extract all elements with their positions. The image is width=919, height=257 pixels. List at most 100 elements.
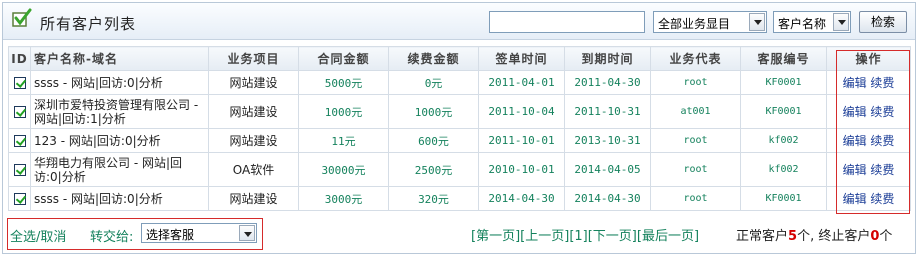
col-header-sign-date: 签单时间 (478, 46, 565, 71)
sign-date: 2010-10-01 (478, 152, 565, 187)
expire-date: 2011-04-30 (564, 70, 651, 95)
sales-rep: root (650, 186, 741, 211)
customer-name[interactable]: 123 - 网站|回访:0|分析 (30, 128, 209, 153)
customer-list-panel: 所有客户列表 全部业务显目 客户名称 检索 ID 客户名称-域名 业务项目 合同… (2, 2, 916, 254)
sales-rep: at001 (650, 94, 741, 129)
renew-link[interactable]: 续费 (870, 134, 894, 148)
sign-date: 2011-10-01 (478, 128, 565, 153)
search-field-select[interactable]: 客户名称 (773, 11, 851, 33)
search-button[interactable]: 检索 (859, 11, 907, 33)
chevron-down-icon[interactable] (239, 225, 255, 241)
expire-date: 2011-10-31 (564, 94, 651, 129)
col-header-contract: 合同金额 (298, 46, 389, 71)
renew-link[interactable]: 续费 (870, 105, 894, 119)
sign-date: 2014-04-30 (478, 186, 565, 211)
business-item: 网站建设 (208, 186, 299, 211)
col-header-renew: 续费金额 (388, 46, 479, 71)
edit-link[interactable]: 编辑 (843, 76, 867, 90)
edit-link[interactable]: 编辑 (843, 134, 867, 148)
contract-amount: 1000元 (298, 94, 389, 129)
prev-page-link[interactable]: [上一页] (520, 229, 569, 244)
edit-link[interactable]: 编辑 (843, 192, 867, 206)
table-row: ssss - 网站|回访:0|分析 网站建设 3000元 320元 2014-0… (8, 186, 911, 211)
cs-id: KF0001 (740, 70, 827, 95)
row-checkbox[interactable] (13, 164, 26, 176)
sales-rep: root (650, 70, 741, 95)
renew-link[interactable]: 续费 (870, 76, 894, 90)
row-checkbox[interactable] (13, 193, 26, 205)
renew-amount: 0元 (388, 70, 479, 95)
table-row: 深圳市爱特投资管理有限公司 - 网站|回访:1|分析 网站建设 1000元 10… (8, 94, 911, 129)
row-checkbox-cell (8, 128, 31, 153)
edit-link[interactable]: 编辑 (843, 163, 867, 177)
customer-name[interactable]: ssss - 网站|回访:0|分析 (30, 70, 209, 95)
cs-select-value: 选择客服 (146, 228, 195, 242)
renew-amount: 1000元 (388, 94, 479, 129)
cs-id: KF0001 (740, 186, 827, 211)
business-filter-value: 全部业务显目 (658, 17, 731, 31)
cs-id: kf002 (740, 128, 827, 153)
first-page-link[interactable]: [第一页] (471, 229, 520, 244)
search-input[interactable] (489, 11, 645, 33)
table-row: ssss - 网站|回访:0|分析 网站建设 5000元 0元 2011-04-… (8, 70, 911, 95)
actions-cell: 编辑 续费 (826, 186, 911, 211)
row-checkbox-cell (8, 70, 31, 95)
page-title: 所有客户列表 (40, 15, 137, 33)
sales-rep: root (650, 128, 741, 153)
renew-link[interactable]: 续费 (870, 192, 894, 206)
stopped-label: 终止客户 (818, 229, 871, 244)
edit-link[interactable]: 编辑 (843, 105, 867, 119)
search-field-value: 客户名称 (778, 17, 827, 31)
cs-id: KF0001 (740, 94, 827, 129)
actions-cell: 编辑 续费 (826, 152, 911, 187)
actions-cell: 编辑 续费 (826, 128, 911, 153)
col-header-name: 客户名称-域名 (30, 46, 209, 71)
col-header-business: 业务项目 (208, 46, 299, 71)
row-checkbox[interactable] (13, 106, 26, 118)
row-checkbox-cell (8, 186, 31, 211)
contract-amount: 3000元 (298, 186, 389, 211)
page-1-link[interactable]: [1] (569, 229, 587, 244)
cs-select[interactable]: 选择客服 (141, 223, 257, 243)
contract-amount: 11元 (298, 128, 389, 153)
customer-name[interactable]: ssss - 网站|回访:0|分析 (30, 186, 209, 211)
table-row: 华翔电力有限公司 - 网站|回访:0|分析 OA软件 30000元 2500元 … (8, 152, 911, 187)
business-item: 网站建设 (208, 128, 299, 153)
expire-date: 2014-04-30 (564, 186, 651, 211)
col-header-actions: 操作 (826, 46, 911, 71)
row-checkbox[interactable] (13, 77, 26, 89)
next-page-link[interactable]: [下一页] (588, 229, 637, 244)
expire-date: 2013-10-31 (564, 128, 651, 153)
expire-date: 2014-04-05 (564, 152, 651, 187)
col-header-id: ID (8, 46, 31, 71)
actions-cell: 编辑 续费 (826, 94, 911, 129)
col-header-cs-id: 客服编号 (740, 46, 827, 71)
row-checkbox[interactable] (13, 135, 26, 147)
panel-header: 所有客户列表 全部业务显目 客户名称 检索 (3, 3, 915, 40)
customer-name[interactable]: 华翔电力有限公司 - 网站|回访:0|分析 (30, 152, 209, 187)
transfer-label: 转交给: (90, 230, 134, 245)
sign-date: 2011-10-04 (478, 94, 565, 129)
table-row: 123 - 网站|回访:0|分析 网站建设 11元 600元 2011-10-0… (8, 128, 911, 153)
renew-amount: 600元 (388, 128, 479, 153)
pagination: [第一页][上一页][1][下一页][最后一页] (471, 225, 699, 244)
normal-label: 正常客户 (736, 229, 789, 244)
cs-id: kf002 (740, 152, 827, 187)
sign-date: 2011-04-01 (478, 70, 565, 95)
chevron-down-icon[interactable] (749, 13, 765, 31)
actions-cell: 编辑 续费 (826, 70, 911, 95)
contract-amount: 5000元 (298, 70, 389, 95)
row-checkbox-cell (8, 152, 31, 187)
col-header-rep: 业务代表 (650, 46, 741, 71)
customer-name[interactable]: 深圳市爱特投资管理有限公司 - 网站|回访:1|分析 (30, 94, 209, 129)
business-item: OA软件 (208, 152, 299, 187)
renew-amount: 320元 (388, 186, 479, 211)
chevron-down-icon[interactable] (833, 13, 849, 31)
unit-label: 个 (879, 229, 893, 244)
select-all-toggle[interactable]: 全选/取消 (10, 226, 66, 245)
normal-count: 5 (788, 229, 798, 244)
last-page-link[interactable]: [最后一页] (637, 229, 699, 244)
col-header-expire-date: 到期时间 (564, 46, 651, 71)
renew-link[interactable]: 续费 (870, 163, 894, 177)
business-filter-select[interactable]: 全部业务显目 (653, 11, 767, 33)
